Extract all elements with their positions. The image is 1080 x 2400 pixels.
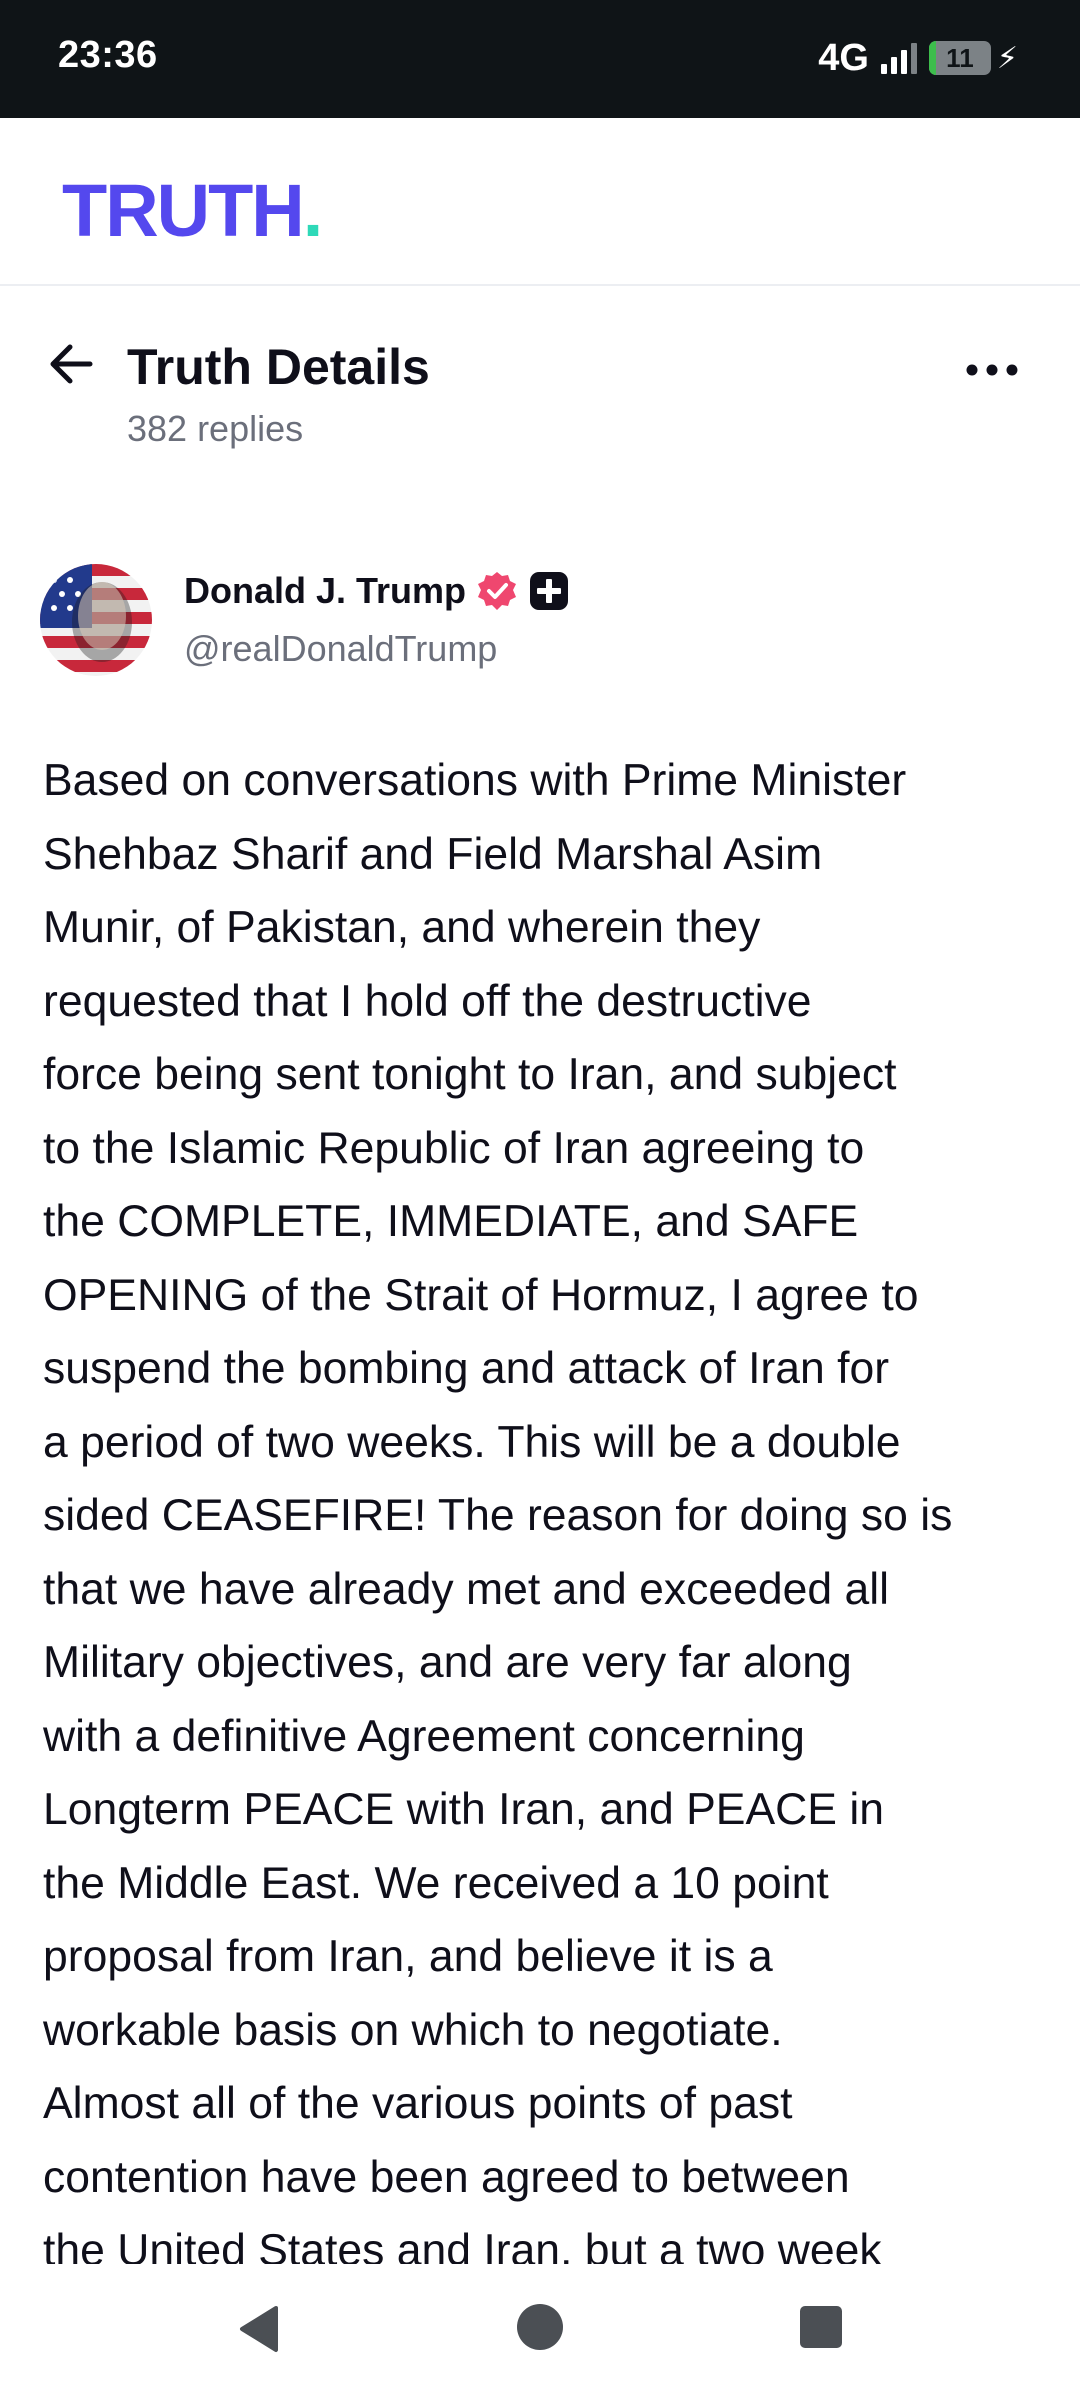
post-text-line: that we have already met and exceeded al… — [43, 1564, 890, 1614]
post-text-line: sided CEASEFIRE! The reason for doing so… — [43, 1491, 953, 1540]
post-text-line: the Middle East. We received a 10 point — [43, 1858, 829, 1908]
avatar[interactable] — [40, 564, 152, 676]
nav-home-icon[interactable] — [517, 2304, 563, 2350]
post-text-line: requested that I hold off the destructiv… — [43, 976, 812, 1026]
post-text-line: Munir, of Pakistan, and wherein they — [43, 903, 761, 952]
plus-badge-icon — [530, 572, 569, 610]
post-text-line: with a definitive Agreement concerning — [43, 1711, 805, 1761]
status-bar: 23:36 4G 11 ⚡ — [0, 0, 1080, 118]
charging-bolt-icon: ⚡ — [996, 41, 1018, 75]
reply-count: 382 replies — [127, 408, 304, 449]
post-content: Based on conversations with Prime Minist… — [43, 744, 1043, 2288]
battery-fill — [928, 41, 936, 75]
verified-badge-icon — [478, 572, 517, 610]
page-title: Truth Details — [127, 339, 430, 395]
detail-header: Truth Details 382 replies — [0, 300, 1080, 480]
post-text-line: suspend the bombing and attack of Iran f… — [43, 1344, 890, 1393]
post-text-line: OPENING of the Strait of Hormuz, I agree… — [43, 1270, 919, 1320]
system-nav-bar — [0, 2264, 1080, 2400]
status-time: 23:36 — [58, 34, 158, 76]
nav-back-icon[interactable] — [236, 2304, 280, 2354]
author-name-text: Donald J. Trump — [184, 570, 467, 611]
post-text-line: workable basis on which to negotiate. — [43, 2005, 783, 2055]
battery-level: 11 — [946, 42, 974, 73]
post-text-line: to the Islamic Republic of Iran agreeing… — [43, 1123, 865, 1173]
post-text-line: Military objectives, and are very far al… — [43, 1638, 852, 1687]
logo-dot: . — [302, 169, 324, 252]
app-brand-bar: TRUTH. — [0, 118, 1080, 286]
network-type: 4G — [818, 36, 869, 79]
post-text-line: proposal from Iran, and believe it is a — [43, 1932, 773, 1981]
post-author: Donald J. Trump @realDonaldTrump — [40, 564, 1040, 684]
status-indicators: 4G 11 ⚡ — [818, 36, 1018, 79]
author-name[interactable]: Donald J. Trump — [184, 570, 570, 612]
post-text-line: Shehbaz Sharif and Field Marshal Asim — [43, 829, 823, 879]
battery-icon: 11 — [928, 41, 991, 75]
signal-strength-icon — [880, 42, 917, 74]
post-text-line: Longterm PEACE with Iran, and PEACE in — [43, 1785, 884, 1834]
arrow-left-icon[interactable] — [44, 336, 100, 392]
nav-recents-icon[interactable] — [800, 2306, 842, 2348]
post-text-line: the COMPLETE, IMMEDIATE, and SAFE — [43, 1197, 859, 1246]
post-text-line: Based on conversations with Prime Minist… — [43, 756, 907, 805]
post-text-line: force being sent tonight to Iran, and su… — [43, 1050, 897, 1099]
author-handle[interactable]: @realDonaldTrump — [184, 628, 497, 670]
post-text-line: contention have been agreed to between — [43, 2152, 850, 2202]
post-text-line: a period of two weeks. This will be a do… — [43, 1417, 901, 1467]
truth-logo[interactable]: TRUTH. — [62, 168, 324, 253]
logo-text: TRUTH — [62, 169, 305, 252]
post-text-line: Almost all of the various points of past — [43, 2079, 793, 2128]
more-horizontal-icon[interactable] — [964, 358, 1020, 382]
